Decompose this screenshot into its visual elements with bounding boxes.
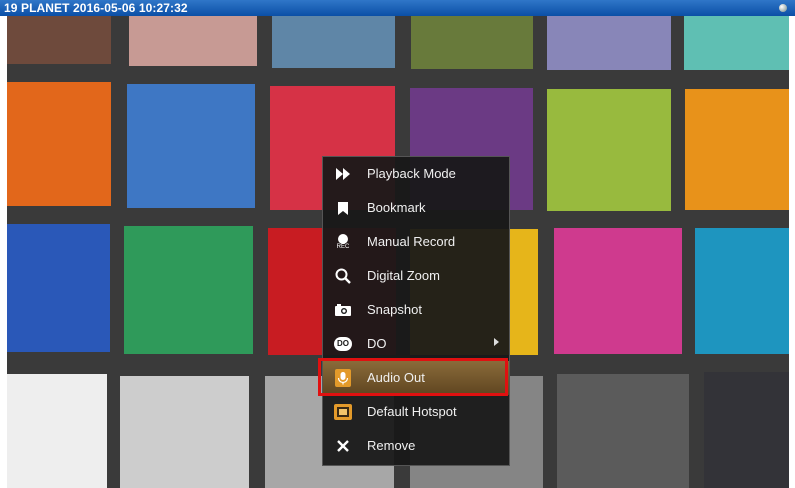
camera-view-window: 19 PLANET 2016-05-06 10:27:32 Playback M… — [0, 0, 795, 488]
bookmark-icon — [333, 198, 353, 218]
camera-title: 19 PLANET 2016-05-06 10:27:32 — [4, 1, 188, 15]
color-patch — [272, 16, 395, 68]
magnifier-icon — [333, 266, 353, 286]
hotspot-icon — [333, 402, 353, 422]
menu-item-snapshot[interactable]: Snapshot — [323, 293, 509, 327]
color-patch — [411, 16, 533, 69]
color-patch — [557, 374, 689, 488]
color-patch — [7, 374, 107, 488]
color-patch — [685, 89, 789, 210]
color-patch — [127, 84, 255, 208]
color-patch — [120, 376, 249, 488]
submenu-arrow-icon — [494, 338, 499, 346]
close-icon — [333, 436, 353, 456]
color-patch — [554, 228, 682, 354]
record-icon: REC — [333, 232, 353, 252]
color-patch — [704, 372, 789, 488]
color-patch — [547, 16, 671, 70]
color-patch — [684, 16, 789, 70]
color-patch — [7, 82, 111, 206]
menu-item-bookmark[interactable]: Bookmark — [323, 191, 509, 225]
color-patch — [129, 16, 257, 66]
context-menu: Playback Mode Bookmark REC Manual Record… — [322, 156, 510, 466]
title-bar: 19 PLANET 2016-05-06 10:27:32 — [0, 0, 795, 16]
do-icon: DO — [333, 334, 353, 354]
menu-item-playback-mode[interactable]: Playback Mode — [323, 157, 509, 191]
fast-forward-icon — [333, 164, 353, 184]
color-patch — [547, 89, 671, 211]
menu-item-manual-record[interactable]: REC Manual Record — [323, 225, 509, 259]
camera-icon — [333, 300, 353, 320]
selection-highlight-frame — [318, 358, 508, 396]
menu-item-digital-zoom[interactable]: Digital Zoom — [323, 259, 509, 293]
menu-item-remove[interactable]: Remove — [323, 429, 509, 463]
color-patch — [7, 16, 111, 64]
color-patch — [124, 226, 253, 354]
menu-item-do[interactable]: DO DO — [323, 327, 509, 361]
status-indicator-icon[interactable] — [779, 4, 787, 12]
color-patch — [7, 224, 110, 352]
menu-item-default-hotspot[interactable]: Default Hotspot — [323, 395, 509, 429]
color-patch — [695, 228, 789, 354]
